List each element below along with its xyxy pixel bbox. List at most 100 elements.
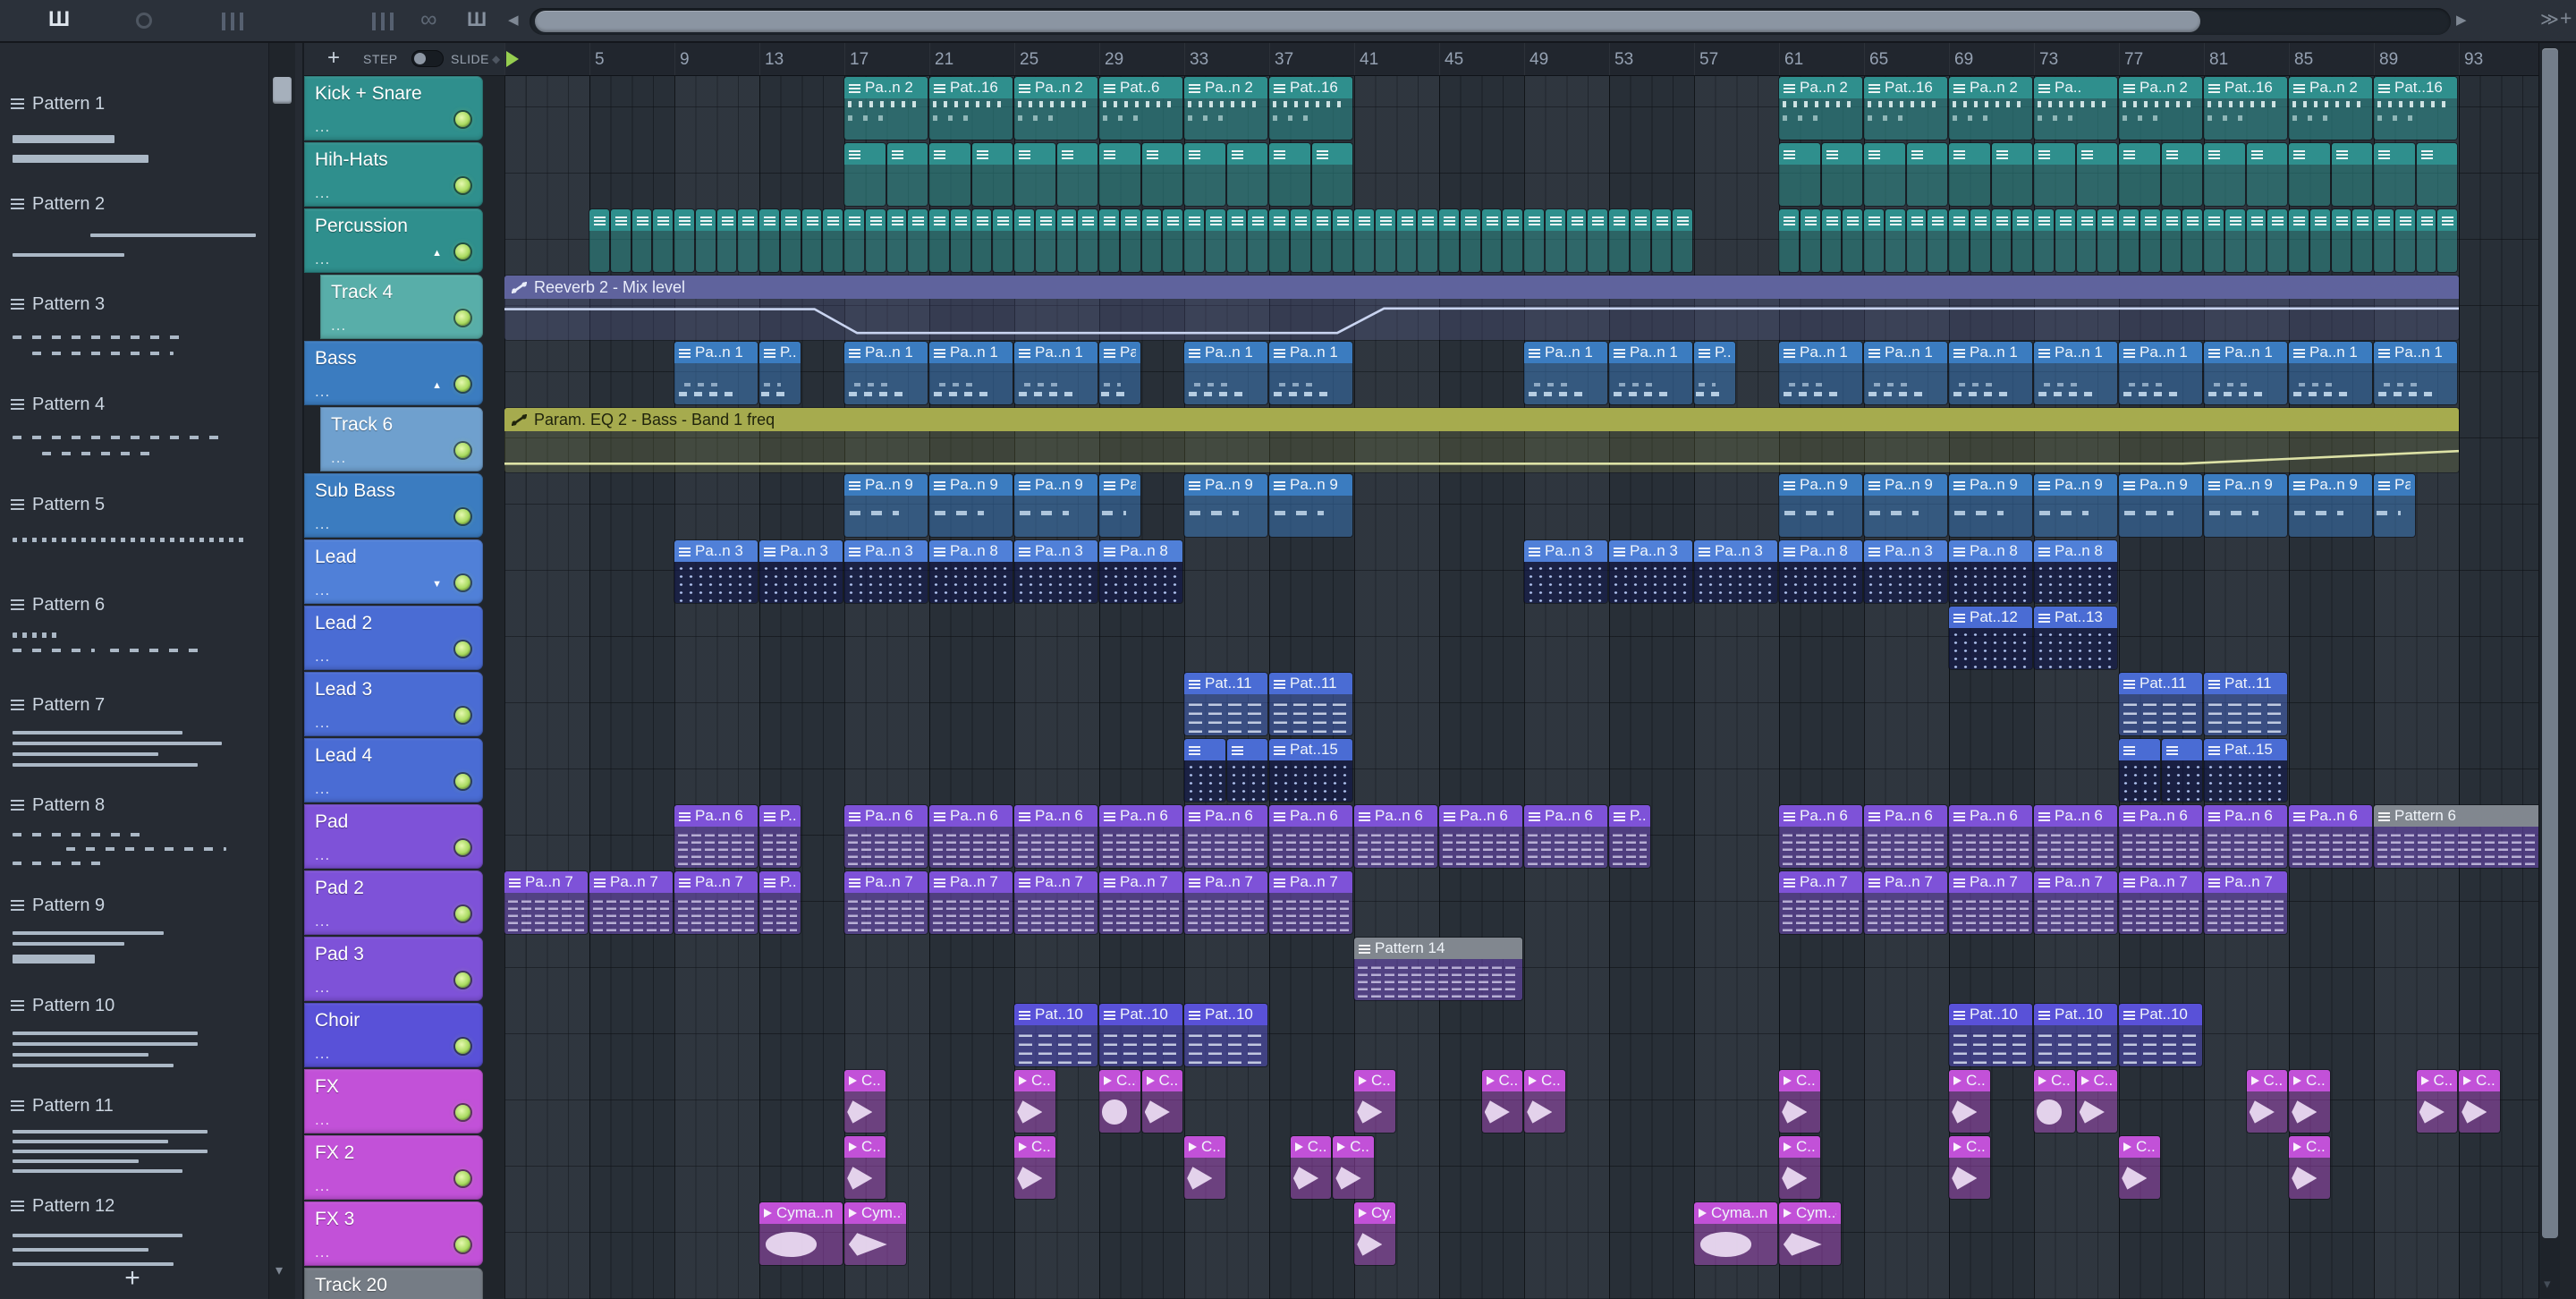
pattern-clip[interactable]	[1821, 143, 1862, 206]
track-led[interactable]	[455, 244, 470, 259]
pattern-clip[interactable]	[2119, 209, 2139, 272]
track-header[interactable]: Pad 2...	[304, 870, 483, 935]
pattern-clip[interactable]	[2034, 143, 2075, 206]
pattern-clip[interactable]	[1269, 143, 1310, 206]
pattern-clip[interactable]: Pa..n 7	[2034, 871, 2117, 934]
automation-clip[interactable]: Param. EQ 2 - Bass - Band 1 freq	[504, 408, 2459, 472]
pattern-clip[interactable]: Pat..10	[1099, 1004, 1182, 1066]
pattern-clip[interactable]	[1566, 209, 1587, 272]
pattern-clip[interactable]	[610, 209, 631, 272]
pattern-clip[interactable]	[2161, 739, 2202, 802]
pattern-clip[interactable]: Pa..n 6	[674, 805, 758, 868]
horizontal-scrollbar[interactable]	[530, 8, 2451, 35]
pattern-clip[interactable]: Pa..n 1	[674, 342, 758, 404]
collapse-arrow-icon[interactable]: ▲	[432, 380, 442, 391]
pattern-list-item[interactable]: Pattern 7	[11, 693, 263, 790]
pattern-clip[interactable]	[1800, 209, 1820, 272]
pattern-clip[interactable]	[1630, 209, 1650, 272]
pattern-clip[interactable]	[1439, 209, 1459, 272]
pattern-clip[interactable]	[2309, 209, 2330, 272]
pattern-clip[interactable]	[1651, 209, 1672, 272]
track-led[interactable]	[455, 178, 470, 193]
pattern-clip[interactable]	[2161, 209, 2182, 272]
pattern-clip[interactable]: Pa..n 8	[1949, 540, 2032, 603]
pattern-clip[interactable]	[2331, 209, 2351, 272]
pattern-clip[interactable]	[1885, 209, 1905, 272]
pattern-list-item[interactable]: Pattern 5	[11, 493, 263, 590]
pattern-clip[interactable]: Pattern 6	[2374, 805, 2538, 868]
pattern-clip[interactable]	[993, 209, 1013, 272]
pattern-clip[interactable]: Pa..n 3	[844, 540, 928, 603]
pattern-clip[interactable]: P..1	[1694, 342, 1735, 404]
pattern-clip[interactable]	[886, 143, 928, 206]
collapse-arrow-icon[interactable]: ▼	[432, 579, 442, 590]
mixer-sliders-icon[interactable]	[372, 13, 394, 30]
playlist-grid-icon[interactable]: Ш	[467, 10, 487, 30]
audio-clip[interactable]: C..M	[1141, 1070, 1182, 1133]
pattern-clip[interactable]: P..7	[759, 871, 801, 934]
pattern-clip[interactable]	[2267, 209, 2287, 272]
pattern-clip[interactable]	[1290, 209, 1310, 272]
pattern-clip[interactable]	[1949, 143, 1990, 206]
pattern-list-scrollbar[interactable]: ▾	[268, 43, 295, 1299]
pattern-clip[interactable]: Pa..n 7	[1864, 871, 1947, 934]
pattern-clip[interactable]: Pa..n 3	[1609, 540, 1692, 603]
pattern-clip[interactable]	[2246, 143, 2287, 206]
pattern-picker-icon[interactable]: Ш	[48, 9, 70, 30]
pattern-clip[interactable]	[1396, 209, 1417, 272]
track-led[interactable]	[455, 1105, 470, 1120]
pattern-clip[interactable]	[2374, 143, 2415, 206]
pattern-clip[interactable]: Pa..n 9	[1014, 474, 1097, 537]
track-header[interactable]: Track 20...	[304, 1268, 483, 1299]
pattern-clip[interactable]	[1991, 143, 2032, 206]
pattern-clip[interactable]	[886, 209, 907, 272]
pattern-clip[interactable]: Pa..n 3	[1864, 540, 1947, 603]
pattern-clip[interactable]	[1588, 209, 1607, 272]
audio-clip[interactable]: C..	[1481, 1070, 1522, 1133]
pattern-clip[interactable]	[1481, 209, 1502, 272]
pattern-clip[interactable]	[1056, 143, 1097, 206]
pattern-clip[interactable]	[1673, 209, 1692, 272]
pattern-clip[interactable]	[2182, 209, 2202, 272]
audio-clip[interactable]: Cym..#2	[1779, 1202, 1842, 1265]
track-led[interactable]	[455, 575, 470, 590]
pattern-clip[interactable]: Pa..n 1	[1524, 342, 1607, 404]
pattern-clip[interactable]: Pa..n 8	[1099, 540, 1182, 603]
pattern-clip[interactable]: P..6	[1609, 805, 1650, 868]
track-header[interactable]: Lead... ▼	[304, 539, 483, 604]
pattern-clip[interactable]	[2140, 209, 2160, 272]
audio-clip[interactable]: C..)	[1014, 1070, 1055, 1133]
track-led[interactable]	[455, 377, 470, 392]
track-header[interactable]: Lead 3...	[304, 672, 483, 736]
pattern-clip[interactable]: Pat..6	[1099, 77, 1182, 140]
track-led[interactable]	[455, 972, 470, 988]
pattern-clip[interactable]: Pa..1	[1099, 342, 1140, 404]
horizontal-scrollbar-thumb[interactable]	[535, 11, 2200, 32]
pattern-clip[interactable]	[950, 209, 970, 272]
pattern-clip[interactable]	[1906, 209, 1927, 272]
pattern-clip[interactable]: Pa..n 2	[1014, 77, 1097, 140]
tool-knob-icon[interactable]	[136, 13, 152, 29]
audio-clip[interactable]: C..M	[1779, 1070, 1820, 1133]
pattern-clip[interactable]	[1311, 209, 1332, 272]
track-header[interactable]: Lead 2...	[304, 606, 483, 670]
pattern-clip[interactable]	[2246, 209, 2267, 272]
pattern-clip[interactable]	[1141, 143, 1182, 206]
pattern-clip[interactable]	[1333, 209, 1352, 272]
pattern-clip[interactable]	[908, 209, 928, 272]
scroll-left-arrow-icon[interactable]: ◀	[508, 13, 519, 27]
pattern-clip[interactable]: Pa..n 8	[2034, 540, 2117, 603]
pattern-clip[interactable]	[1821, 209, 1842, 272]
track-led[interactable]	[455, 443, 470, 458]
audio-clip[interactable]: C..er)	[2119, 1136, 2160, 1199]
pattern-clip[interactable]: Pa..n 8	[929, 540, 1013, 603]
pattern-clip[interactable]: Pat..16	[1269, 77, 1352, 140]
pattern-clip[interactable]: Pa..n 1	[1014, 342, 1097, 404]
pattern-clip[interactable]	[1035, 209, 1055, 272]
pattern-clip[interactable]: Pa..n 7	[589, 871, 673, 934]
pattern-clip[interactable]	[1163, 209, 1182, 272]
pattern-clip[interactable]	[1099, 209, 1119, 272]
pattern-clip[interactable]: Pattern 14	[1354, 938, 1522, 1000]
pattern-clip[interactable]	[1014, 209, 1034, 272]
pattern-clip[interactable]	[1779, 143, 1820, 206]
